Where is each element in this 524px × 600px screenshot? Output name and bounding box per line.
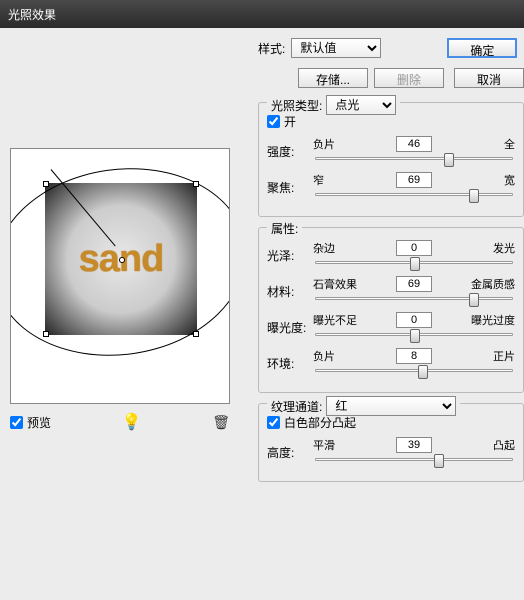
preview-checkbox-wrap[interactable]: 预览 (10, 414, 51, 431)
exposure-value[interactable] (396, 312, 432, 328)
gloss-slider[interactable]: 光泽: 杂边发光 (267, 240, 515, 270)
style-label: 样式: (258, 40, 285, 57)
texture-channel-select[interactable]: 红 (326, 396, 456, 416)
light-on-checkbox[interactable] (267, 115, 280, 128)
light-type-legend: 光照类型: (271, 97, 322, 114)
height-value[interactable] (396, 437, 432, 453)
style-select[interactable]: 默认值 (291, 38, 381, 58)
preview-column: sand 预览 💡 🗑 (10, 38, 248, 600)
exposure-slider[interactable]: 曝光度: 曝光不足曝光过度 (267, 312, 515, 342)
ambience-slider[interactable]: 环境: 负片正片 (267, 348, 515, 378)
texture-legend: 纹理通道: (271, 398, 322, 415)
height-slider[interactable]: 高度: 平滑凸起 (267, 437, 515, 467)
white-high-checkbox[interactable] (267, 416, 280, 429)
intensity-slider[interactable]: 强度: 负片 全 (267, 136, 515, 166)
light-type-select[interactable]: 点光 (326, 95, 396, 115)
ambience-value[interactable] (396, 348, 432, 364)
properties-group: 属性: 光泽: 杂边发光 材料: 石膏效果金属质感 曝光度: 曝光不足曝光过度 (258, 227, 524, 393)
light-on-label: 开 (284, 113, 296, 130)
white-high-label: 白色部分凸起 (284, 414, 356, 431)
titlebar: 光照效果 (0, 0, 524, 28)
material-slider[interactable]: 材料: 石膏效果金属质感 (267, 276, 515, 306)
focus-value[interactable] (396, 172, 432, 188)
lightbulb-icon[interactable]: 💡 (122, 412, 142, 432)
preview-checkbox[interactable] (10, 416, 23, 429)
cancel-button[interactable]: 取消 (454, 68, 524, 88)
preview-canvas[interactable]: sand (10, 148, 230, 404)
trash-icon[interactable]: 🗑 (212, 414, 230, 431)
dialog-title: 光照效果 (8, 6, 56, 23)
gloss-value[interactable] (396, 240, 432, 256)
delete-button[interactable]: 删除 (374, 68, 444, 88)
ok-button[interactable]: 确定 (447, 38, 517, 58)
light-type-group: 光照类型: 点光 开 强度: 负片 全 (258, 102, 524, 217)
material-value[interactable] (396, 276, 432, 292)
focus-slider[interactable]: 聚焦: 窄 宽 (267, 172, 515, 202)
texture-group: 纹理通道: 红 白色部分凸起 高度: 平滑凸起 (258, 403, 524, 482)
save-button[interactable]: 存储... (298, 68, 368, 88)
intensity-value[interactable] (396, 136, 432, 152)
preview-checkbox-label: 预览 (27, 414, 51, 431)
properties-legend: 属性: (271, 220, 298, 237)
